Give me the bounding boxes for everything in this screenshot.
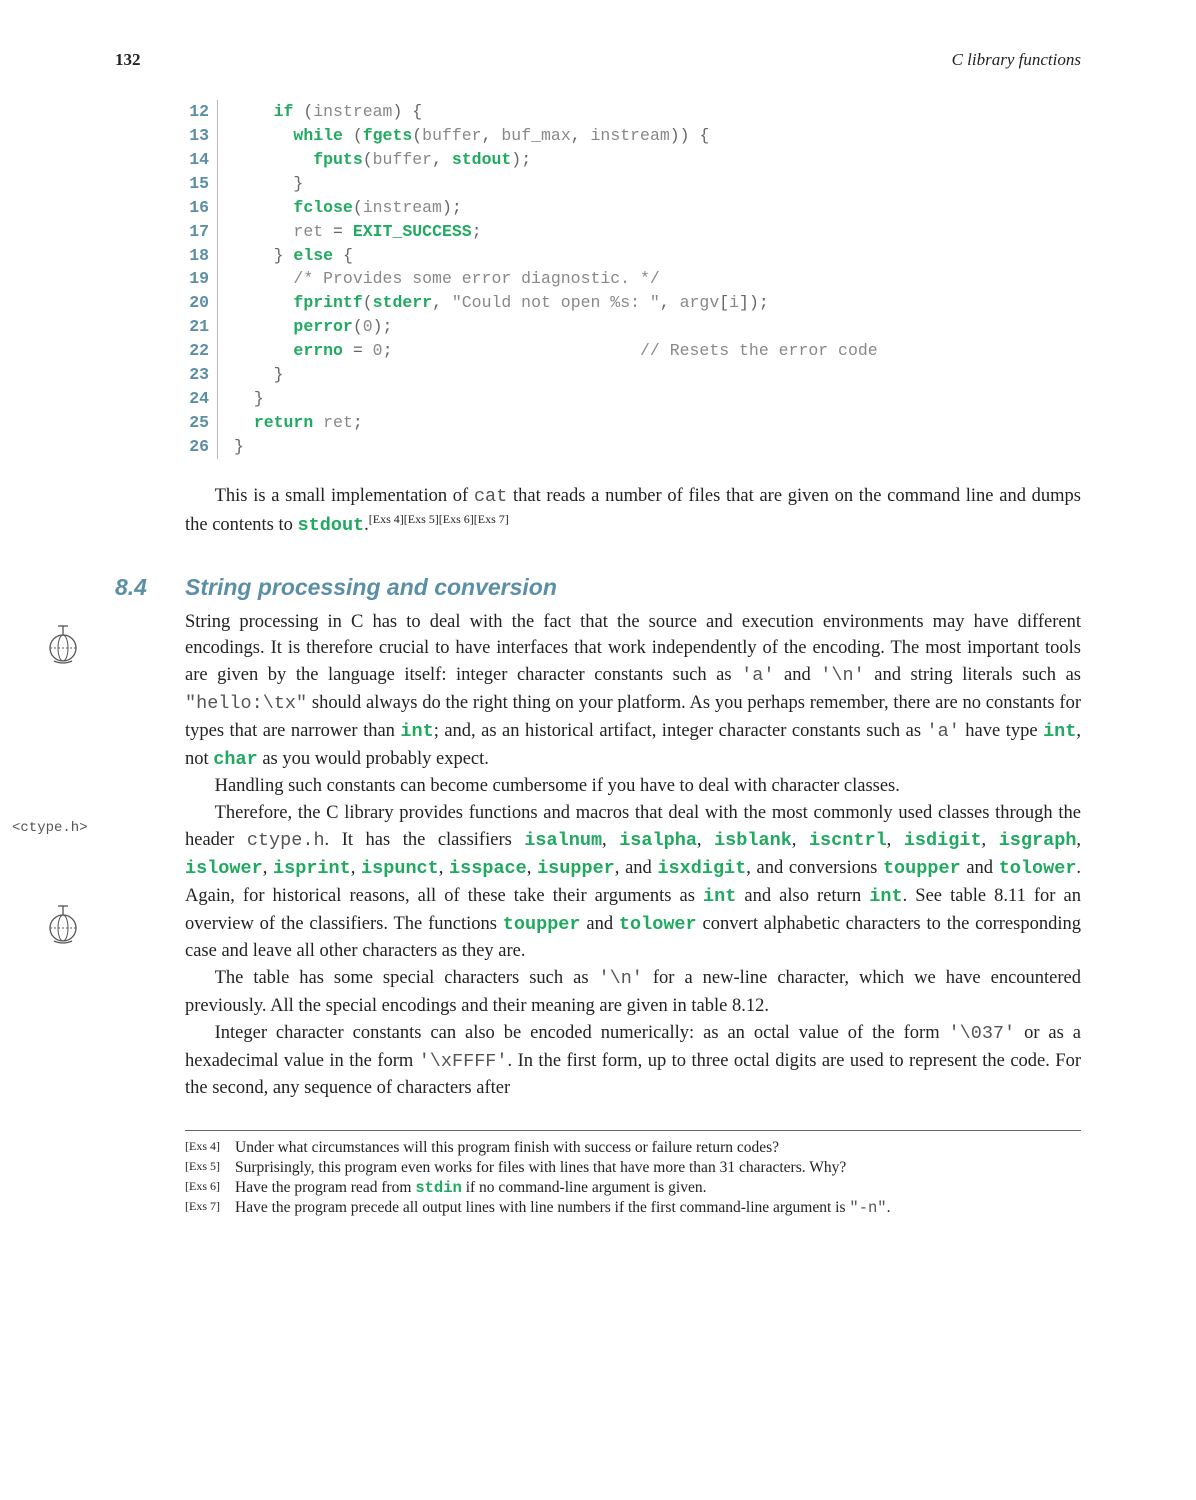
- code-line: 13 while (fgets(buffer, buf_max, instrea…: [175, 124, 1081, 148]
- footnote-label: [Exs 7]: [185, 1199, 235, 1217]
- footnote-label: [Exs 4]: [185, 1139, 235, 1157]
- code-line: 16 fclose(instream);: [175, 196, 1081, 220]
- code-line: 23 }: [175, 363, 1081, 387]
- code-line: 15 }: [175, 172, 1081, 196]
- section-number: 8.4: [115, 574, 185, 601]
- footnote-label: [Exs 5]: [185, 1159, 235, 1177]
- section-heading: 8.4 String processing and conversion: [115, 574, 1081, 601]
- para-2: String processing in C has to deal with …: [185, 609, 1081, 774]
- section-body: String processing in C has to deal with …: [185, 609, 1081, 1103]
- code-line: 19 /* Provides some error diagnostic. */: [175, 267, 1081, 291]
- code-line: 17 ret = EXIT_SUCCESS;: [175, 220, 1081, 244]
- code-listing: 12 if (instream) {13 while (fgets(buffer…: [175, 100, 1081, 459]
- para-5: The table has some special characters su…: [185, 965, 1081, 1020]
- para-6: Integer character constants can also be …: [185, 1020, 1081, 1102]
- page-number: 132: [115, 50, 141, 70]
- code-line: 25 return ret;: [175, 411, 1081, 435]
- margin-note-ctype: <ctype.h>: [12, 820, 88, 836]
- code-line: 14 fputs(buffer, stdout);: [175, 148, 1081, 172]
- code-line: 24 }: [175, 387, 1081, 411]
- code-line: 18 } else {: [175, 244, 1081, 268]
- para-3: Handling such constants can become cumbe…: [185, 773, 1081, 800]
- paragraph-intro: This is a small implementation of cat th…: [185, 483, 1081, 540]
- section-title: String processing and conversion: [185, 574, 557, 601]
- code-line: 26}: [175, 435, 1081, 459]
- chapter-title: C library functions: [952, 50, 1081, 70]
- footnote-text: Have the program read from stdin if no c…: [235, 1179, 1081, 1197]
- footnote: [Exs 7]Have the program precede all outp…: [185, 1199, 1081, 1217]
- globe-icon: [40, 900, 86, 946]
- footnote: [Exs 6]Have the program read from stdin …: [185, 1179, 1081, 1197]
- footnote: [Exs 4]Under what circumstances will thi…: [185, 1139, 1081, 1157]
- code-line: 12 if (instream) {: [175, 100, 1081, 124]
- footnote-text: Surprisingly, this program even works fo…: [235, 1159, 1081, 1177]
- footnote-text: Have the program precede all output line…: [235, 1199, 1081, 1217]
- footnotes: [Exs 4]Under what circumstances will thi…: [185, 1130, 1081, 1217]
- code-line: 20 fprintf(stderr, "Could not open %s: "…: [175, 291, 1081, 315]
- footnote-label: [Exs 6]: [185, 1179, 235, 1197]
- footnote-text: Under what circumstances will this progr…: [235, 1139, 1081, 1157]
- page-header: 132 C library functions: [115, 50, 1081, 70]
- globe-icon: [40, 620, 86, 666]
- footnote: [Exs 5]Surprisingly, this program even w…: [185, 1159, 1081, 1177]
- para-1: This is a small implementation of cat th…: [185, 483, 1081, 540]
- code-line: 22 errno = 0; // Resets the error code: [175, 339, 1081, 363]
- code-line: 21 perror(0);: [175, 315, 1081, 339]
- para-4: Therefore, the C library provides functi…: [185, 800, 1081, 965]
